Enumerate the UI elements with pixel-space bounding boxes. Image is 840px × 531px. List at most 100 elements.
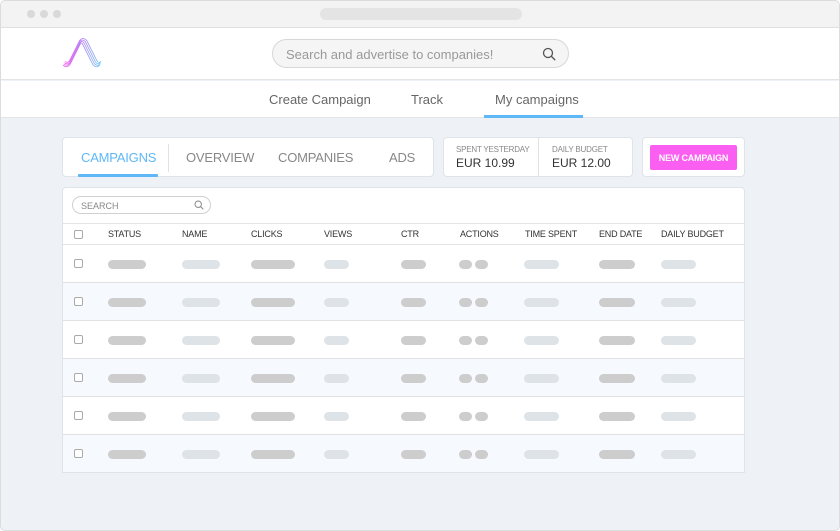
table-row[interactable]	[63, 283, 744, 321]
daily-budget-placeholder	[661, 336, 696, 345]
stat-label: DAILY BUDGET	[552, 145, 608, 154]
end-date-placeholder	[599, 412, 635, 421]
stat-label: SPENT YESTERDAY	[456, 145, 530, 154]
table-row[interactable]	[63, 435, 744, 472]
action-placeholder-edit	[459, 260, 472, 269]
new-campaign-button[interactable]: NEW CAMPAIGN	[650, 145, 737, 170]
table-row[interactable]	[63, 321, 744, 359]
action-placeholder-edit	[459, 298, 472, 307]
action-placeholder-edit	[459, 412, 472, 421]
ctr-placeholder	[401, 374, 426, 383]
app-header	[1, 28, 839, 80]
end-date-placeholder	[599, 260, 635, 269]
section-tabs: CAMPAIGNS OVERVIEW COMPANIES ADS	[62, 137, 434, 177]
window-minimize-dot[interactable]	[40, 10, 48, 18]
select-all-checkbox[interactable]	[74, 230, 83, 239]
global-search-input[interactable]	[286, 45, 526, 63]
row-checkbox[interactable]	[74, 449, 83, 458]
column-header-clicks[interactable]: CLICKS	[251, 229, 283, 239]
table-search-input[interactable]	[81, 199, 186, 212]
name-placeholder	[182, 412, 220, 421]
column-header-end-date[interactable]: END DATE	[599, 229, 642, 239]
status-placeholder	[108, 336, 146, 345]
address-bar[interactable]	[320, 8, 522, 20]
spend-stats: SPENT YESTERDAY EUR 10.99 DAILY BUDGET E…	[443, 137, 633, 177]
nav-create-campaign[interactable]: Create Campaign	[269, 92, 371, 107]
row-checkbox[interactable]	[74, 373, 83, 382]
search-icon[interactable]	[194, 200, 204, 210]
nav-track[interactable]: Track	[411, 92, 443, 107]
clicks-placeholder	[251, 298, 295, 307]
window-maximize-dot[interactable]	[53, 10, 61, 18]
time-spent-placeholder	[524, 450, 559, 459]
ctr-placeholder	[401, 298, 426, 307]
column-header-daily-budget[interactable]: DAILY BUDGET	[661, 229, 724, 239]
stat-value: EUR 10.99	[456, 156, 515, 170]
end-date-placeholder	[599, 298, 635, 307]
action-placeholder-delete	[475, 412, 488, 421]
window-close-dot[interactable]	[27, 10, 35, 18]
ctr-placeholder	[401, 412, 426, 421]
clicks-placeholder	[251, 336, 295, 345]
views-placeholder	[324, 412, 349, 421]
row-checkbox[interactable]	[74, 297, 83, 306]
views-placeholder	[324, 260, 349, 269]
browser-window: Create Campaign Track My campaigns CAMPA…	[0, 0, 840, 531]
nav-my-campaigns[interactable]: My campaigns	[495, 92, 579, 107]
table-header: STATUS NAME CLICKS VIEWS CTR ACTIONS TIM…	[63, 223, 744, 245]
name-placeholder	[182, 374, 220, 383]
daily-budget-placeholder	[661, 374, 696, 383]
waveform-logo-icon[interactable]	[61, 38, 111, 70]
time-spent-placeholder	[524, 374, 559, 383]
status-placeholder	[108, 298, 146, 307]
time-spent-placeholder	[524, 336, 559, 345]
tab-companies[interactable]: COMPANIES	[278, 150, 353, 165]
end-date-placeholder	[599, 336, 635, 345]
ctr-placeholder	[401, 260, 426, 269]
name-placeholder	[182, 336, 220, 345]
end-date-placeholder	[599, 450, 635, 459]
ctr-placeholder	[401, 450, 426, 459]
campaigns-table: STATUS NAME CLICKS VIEWS CTR ACTIONS TIM…	[62, 187, 745, 473]
action-placeholder-delete	[475, 450, 488, 459]
action-placeholder-edit	[459, 336, 472, 345]
new-campaign-container: NEW CAMPAIGN	[642, 137, 745, 177]
daily-budget-placeholder	[661, 450, 696, 459]
column-header-time-spent[interactable]: TIME SPENT	[525, 229, 577, 239]
column-header-actions[interactable]: ACTIONS	[460, 229, 499, 239]
column-header-name[interactable]: NAME	[182, 229, 207, 239]
tab-campaigns[interactable]: CAMPAIGNS	[81, 150, 156, 165]
status-placeholder	[108, 374, 146, 383]
tab-overview[interactable]: OVERVIEW	[186, 150, 254, 165]
nav-active-indicator	[484, 115, 583, 118]
row-checkbox[interactable]	[74, 411, 83, 420]
stat-divider	[538, 138, 539, 176]
daily-budget-placeholder	[661, 298, 696, 307]
table-row[interactable]	[63, 397, 744, 435]
table-row[interactable]	[63, 359, 744, 397]
clicks-placeholder	[251, 450, 295, 459]
name-placeholder	[182, 450, 220, 459]
column-header-views[interactable]: VIEWS	[324, 229, 352, 239]
name-placeholder	[182, 298, 220, 307]
action-placeholder-delete	[475, 374, 488, 383]
time-spent-placeholder	[524, 412, 559, 421]
search-icon[interactable]	[542, 47, 556, 61]
global-search	[272, 39, 569, 68]
views-placeholder	[324, 298, 349, 307]
status-placeholder	[108, 412, 146, 421]
row-checkbox[interactable]	[74, 259, 83, 268]
daily-budget-placeholder	[661, 260, 696, 269]
action-placeholder-edit	[459, 450, 472, 459]
action-placeholder-delete	[475, 298, 488, 307]
column-header-status[interactable]: STATUS	[108, 229, 141, 239]
action-placeholder-delete	[475, 260, 488, 269]
time-spent-placeholder	[524, 260, 559, 269]
name-placeholder	[182, 260, 220, 269]
table-row[interactable]	[63, 245, 744, 283]
row-checkbox[interactable]	[74, 335, 83, 344]
column-header-ctr[interactable]: CTR	[401, 229, 419, 239]
time-spent-placeholder	[524, 298, 559, 307]
title-bar	[1, 1, 839, 28]
tab-ads[interactable]: ADS	[389, 150, 415, 165]
